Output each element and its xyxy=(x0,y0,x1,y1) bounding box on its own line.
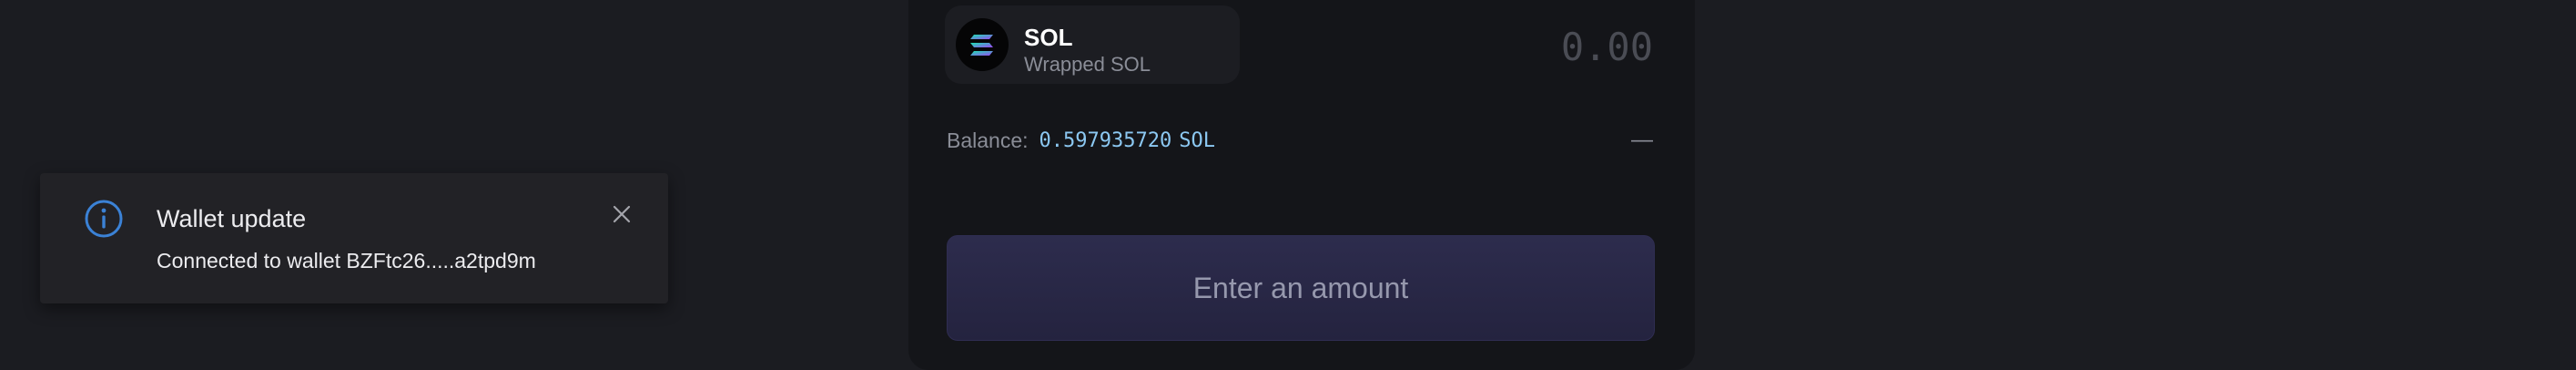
enter-amount-button[interactable]: Enter an amount xyxy=(947,235,1655,341)
close-icon xyxy=(606,205,637,232)
balance-row: Balance: 0.597935720 SOL xyxy=(947,126,1215,155)
balance-label: Balance: xyxy=(947,128,1029,152)
token-selector[interactable]: SOL Wrapped SOL xyxy=(945,5,1240,84)
toast-close-button[interactable] xyxy=(606,199,637,230)
wallet-toast: Wallet update Connected to wallet BZFtc2… xyxy=(40,173,668,303)
toast-message: Connected to wallet BZFtc26.....a2tpd9m xyxy=(157,249,536,272)
swap-panel: SOL Wrapped SOL Balance: 0.597935720 SOL… xyxy=(908,0,1695,370)
amount-input[interactable] xyxy=(1435,22,1653,71)
balance-trailing: — xyxy=(1631,128,1653,152)
token-name: Wrapped SOL xyxy=(1024,53,1151,76)
balance-unit: SOL xyxy=(1179,128,1215,152)
solana-logo-icon xyxy=(956,18,1009,71)
toast-title: Wallet update xyxy=(157,205,307,232)
balance-value[interactable]: 0.597935720 xyxy=(1040,129,1172,152)
token-symbol: SOL xyxy=(1024,24,1073,51)
info-icon xyxy=(84,199,124,239)
